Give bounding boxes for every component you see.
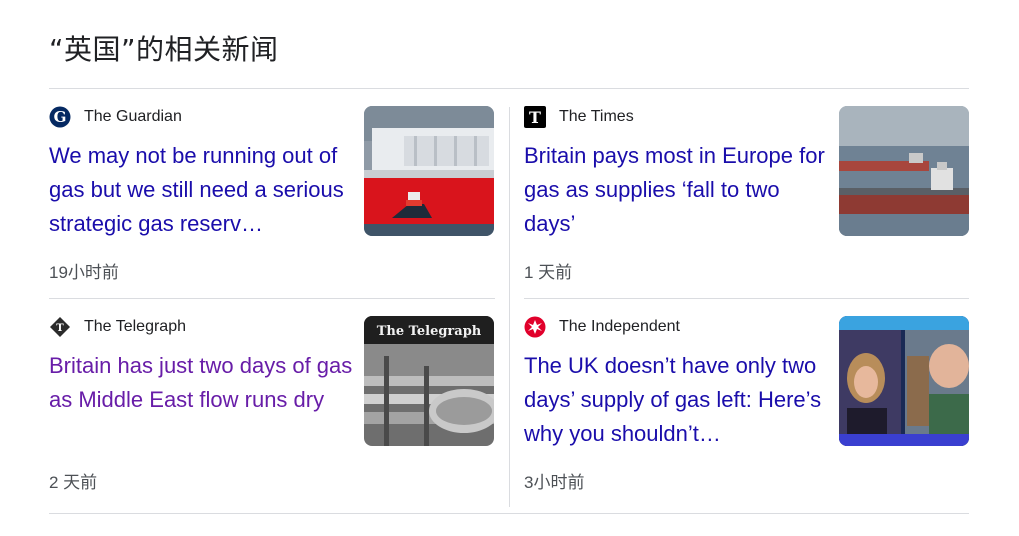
article-thumbnail[interactable]: [839, 106, 969, 236]
source-name: The Guardian: [84, 108, 182, 125]
news-card[interactable]: The Independent The UK doesn’t have only…: [524, 316, 970, 506]
article-time: 3小时前: [524, 473, 585, 492]
source-name: The Telegraph: [84, 318, 186, 335]
news-source: G The Guardian: [49, 106, 182, 128]
news-card[interactable]: T The Telegraph Britain has just two day…: [49, 316, 495, 506]
independent-logo-icon: [524, 316, 546, 338]
column-divider: [509, 107, 510, 507]
divider: [49, 298, 495, 299]
guardian-logo-icon: G: [49, 106, 71, 128]
article-headline-link[interactable]: The UK doesn’t have only two days’ suppl…: [524, 349, 829, 451]
article-headline-link[interactable]: Britain pays most in Europe for gas as s…: [524, 139, 829, 241]
divider: [524, 298, 969, 299]
telegraph-logo-icon: T: [49, 316, 71, 338]
article-headline-link[interactable]: We may not be running out of gas but we …: [49, 139, 354, 241]
news-source: T The Times: [524, 106, 634, 128]
divider: [49, 513, 969, 514]
article-time: 19小时前: [49, 263, 119, 282]
article-time: 1 天前: [524, 263, 573, 282]
times-logo-icon: T: [524, 106, 546, 128]
news-source: The Independent: [524, 316, 680, 338]
news-card[interactable]: T The Times Britain pays most in Europe …: [524, 106, 970, 296]
svg-text:G: G: [54, 108, 67, 126]
article-headline-link[interactable]: Britain has just two days of gas as Midd…: [49, 349, 354, 451]
article-thumbnail[interactable]: The Telegraph: [364, 316, 494, 446]
article-thumbnail[interactable]: [839, 316, 969, 446]
section-title: “英国”的相关新闻: [49, 33, 279, 66]
divider: [49, 88, 969, 89]
news-source: T The Telegraph: [49, 316, 186, 338]
news-card[interactable]: G The Guardian We may not be running out…: [49, 106, 495, 296]
source-name: The Times: [559, 108, 634, 125]
thumbnail-masthead: The Telegraph: [377, 324, 482, 339]
article-thumbnail[interactable]: [364, 106, 494, 236]
svg-text:T: T: [529, 108, 541, 127]
article-time: 2 天前: [49, 473, 98, 492]
svg-text:T: T: [56, 323, 64, 334]
source-name: The Independent: [559, 318, 680, 335]
